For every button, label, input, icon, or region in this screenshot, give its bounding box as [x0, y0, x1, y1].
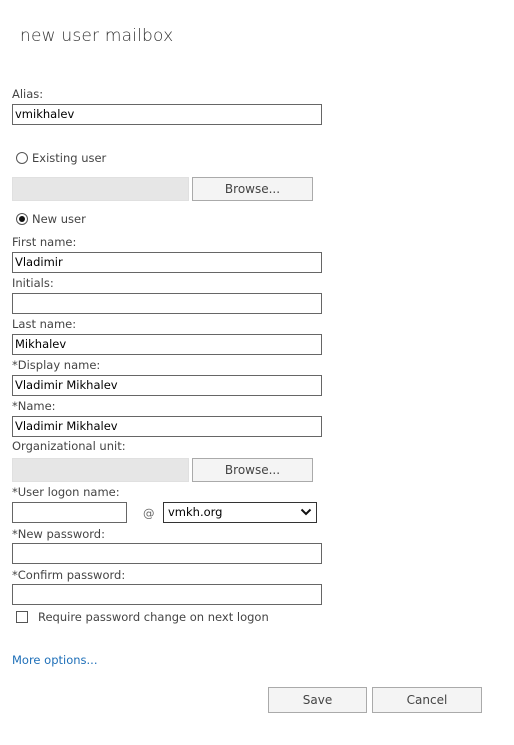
at-symbol: @ [143, 506, 155, 520]
require-password-change-checkbox[interactable]: Require password change on next logon [16, 610, 269, 624]
organizational-unit-label: Organizational unit: [12, 439, 126, 453]
alias-label: Alias: [12, 87, 44, 101]
organizational-unit-input [12, 458, 189, 482]
first-name-label: First name: [12, 235, 77, 249]
user-logon-name-label: *User logon name: [12, 485, 120, 499]
first-name-input[interactable]: Vladimir [12, 252, 322, 273]
existing-user-browse-button[interactable]: Browse... [192, 177, 313, 201]
more-options-link[interactable]: More options... [12, 653, 98, 667]
existing-user-radio[interactable]: Existing user [16, 151, 106, 165]
new-password-input[interactable] [12, 543, 322, 564]
last-name-input[interactable]: Mikhalev [12, 334, 322, 355]
checkbox-icon[interactable] [16, 611, 28, 623]
confirm-password-input[interactable] [12, 584, 322, 605]
display-name-label: *Display name: [12, 358, 101, 372]
initials-input[interactable] [12, 293, 322, 314]
confirm-password-label: *Confirm password: [12, 568, 126, 582]
display-name-input[interactable]: Vladimir Mikhalev [12, 375, 322, 396]
chevron-down-icon [300, 508, 312, 516]
organizational-unit-browse-button[interactable]: Browse... [192, 458, 313, 482]
new-user-radio[interactable]: New user [16, 212, 86, 226]
last-name-label: Last name: [12, 317, 77, 331]
user-logon-name-input[interactable] [12, 502, 127, 523]
new-password-label: *New password: [12, 527, 105, 541]
radio-selected-icon[interactable] [16, 213, 28, 225]
new-user-label: New user [32, 212, 86, 226]
radio-unselected-icon[interactable] [16, 152, 28, 164]
name-label: *Name: [12, 399, 56, 413]
alias-input[interactable]: vmikhalev [12, 104, 322, 125]
require-password-change-label: Require password change on next logon [38, 610, 269, 624]
name-input[interactable]: Vladimir Mikhalev [12, 416, 322, 437]
existing-user-label: Existing user [32, 151, 107, 165]
save-button[interactable]: Save [268, 687, 367, 713]
cancel-button[interactable]: Cancel [372, 687, 482, 713]
existing-user-input [12, 177, 189, 201]
initials-label: Initials: [12, 276, 54, 290]
domain-select[interactable]: vmkh.org [163, 502, 317, 523]
domain-select-value: vmkh.org [168, 505, 223, 519]
dialog-title: new user mailbox [20, 26, 174, 46]
